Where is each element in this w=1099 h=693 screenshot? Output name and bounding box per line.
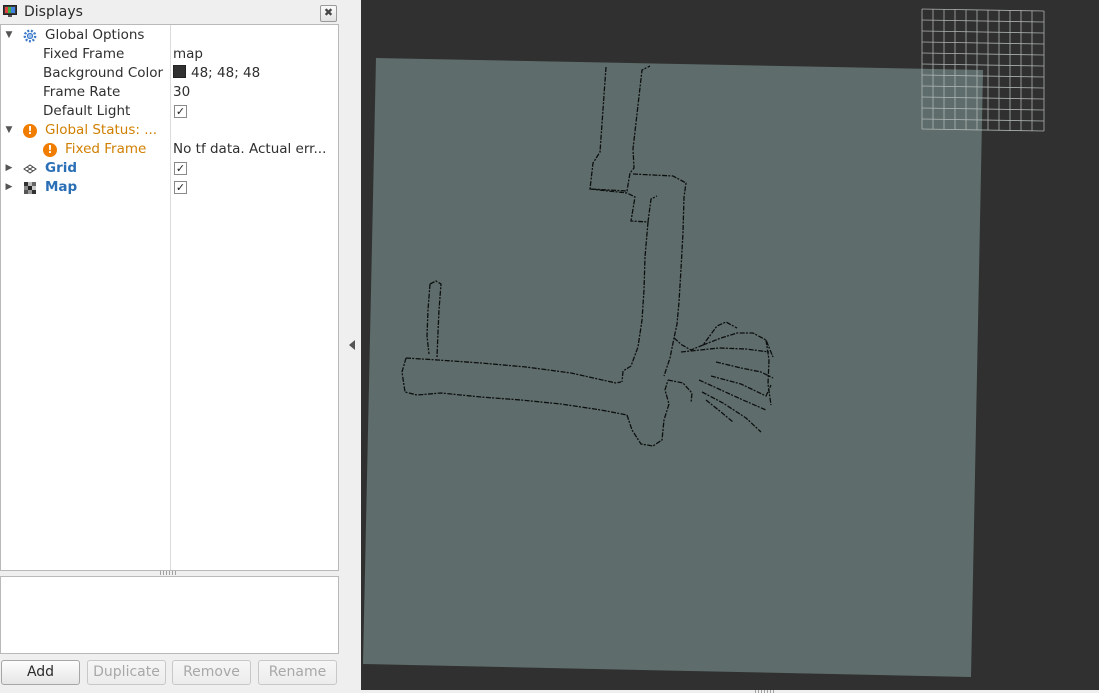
collapse-arrow-icon[interactable]: ▶ (4, 159, 14, 178)
grid-label: Grid (45, 160, 78, 176)
global-status-label: Global Status: ... (45, 122, 158, 138)
tree-row-background-color[interactable]: Background Color 48; 48; 48 (1, 64, 338, 83)
displays-panel: Displays ✖ ▼ Global Options Fixed Frame … (0, 0, 343, 693)
rename-button[interactable]: Rename (258, 660, 337, 685)
warning-icon: ! (23, 124, 37, 138)
fixed-frame-label: Fixed Frame (43, 46, 125, 62)
tree-row-global-status[interactable]: ▼ ! Global Status: ... (1, 121, 338, 140)
collapse-left-icon[interactable] (349, 340, 355, 350)
default-light-label: Default Light (43, 103, 131, 119)
tree-row-global-options[interactable]: ▼ Global Options (1, 26, 338, 45)
background-color-text: 48; 48; 48 (191, 65, 261, 81)
tree-row-fixed-frame[interactable]: Fixed Frame map (1, 45, 338, 64)
expand-arrow-icon[interactable]: ▼ (4, 121, 14, 140)
splitter-handle[interactable] (160, 571, 178, 575)
background-color-value[interactable]: 48; 48; 48 (173, 65, 335, 81)
warning-icon: ! (43, 143, 57, 157)
frame-rate-label: Frame Rate (43, 84, 121, 100)
fixed-frame-value[interactable]: map (173, 46, 335, 62)
render-canvas[interactable] (361, 0, 1099, 690)
remove-button[interactable]: Remove (172, 660, 251, 685)
grid-icon (23, 164, 37, 174)
map-icon (24, 182, 36, 194)
map-plane (363, 58, 983, 677)
tree-row-frame-rate[interactable]: Frame Rate 30 (1, 83, 338, 102)
close-icon[interactable]: ✖ (320, 5, 337, 22)
status-fixed-frame-label: Fixed Frame (65, 141, 147, 157)
default-light-checkbox[interactable]: ✓ (174, 105, 187, 118)
frame-rate-value[interactable]: 30 (173, 84, 335, 100)
gear-icon (23, 29, 37, 43)
global-options-label: Global Options (45, 27, 145, 43)
tree-row-default-light[interactable]: Default Light ✓ (1, 102, 338, 121)
tree-row-grid[interactable]: ▶ Grid ✓ (1, 159, 338, 178)
tree-row-map[interactable]: ▶ Map ✓ (1, 178, 338, 197)
grid-checkbox[interactable]: ✓ (174, 162, 187, 175)
background-color-label: Background Color (43, 65, 164, 81)
description-box (0, 576, 339, 654)
render-view[interactable] (361, 0, 1099, 690)
panel-titlebar: Displays ✖ (0, 2, 340, 23)
panel-title: Displays (24, 4, 83, 20)
collapse-arrow-icon[interactable]: ▶ (4, 178, 14, 197)
expand-arrow-icon[interactable]: ▼ (4, 26, 14, 45)
duplicate-button[interactable]: Duplicate (87, 660, 166, 685)
status-fixed-frame-value: No tf data. Actual err... (173, 141, 327, 157)
map-label: Map (45, 179, 78, 195)
displays-tree: ▼ Global Options Fixed Frame map Backgro… (0, 24, 339, 571)
map-checkbox[interactable]: ✓ (174, 181, 187, 194)
monitor-icon (3, 5, 17, 17)
panel-collapse-handle[interactable] (343, 0, 361, 693)
tree-row-status-fixed-frame[interactable]: ! Fixed Frame No tf data. Actual err... (1, 140, 338, 159)
color-swatch[interactable] (173, 65, 186, 78)
add-button[interactable]: Add (1, 660, 80, 685)
